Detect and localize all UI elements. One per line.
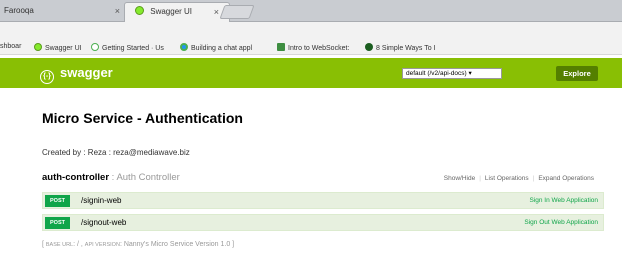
tab-close-icon[interactable]: × — [115, 2, 120, 20]
operation-signin-web[interactable]: POST /signin-web Sign In Web Application — [42, 192, 604, 209]
http-method-badge[interactable]: POST — [45, 217, 70, 229]
swagger-logo-text: swagger — [60, 65, 113, 80]
bookmark-swagger-ui[interactable]: Swagger UI — [34, 43, 82, 52]
controller-description: Auth Controller — [116, 172, 180, 183]
browser-tab-swagger[interactable]: Swagger UI × — [124, 2, 230, 22]
browser-tab-strip: Farooqa × Swagger UI × — [0, 0, 622, 22]
controller-name: auth-controller — [42, 172, 110, 183]
created-by-text: Created by : Reza : reza@mediawave.biz — [42, 148, 190, 157]
api-version-label: API VERSION — [84, 242, 120, 248]
swagger-icon — [34, 43, 42, 51]
controller-heading[interactable]: auth-controller : Auth Controller — [42, 172, 180, 183]
swagger-logo-icon: {-} — [40, 70, 54, 84]
operation-path[interactable]: /signout-web — [81, 217, 126, 229]
tab-label: Swagger UI — [150, 7, 193, 16]
http-method-badge[interactable]: POST — [45, 195, 70, 207]
list-operations-link[interactable]: List Operations — [481, 175, 533, 182]
swagger-favicon-icon — [135, 6, 144, 15]
operation-signout-web[interactable]: POST /signout-web Sign Out Web Applicati… — [42, 214, 604, 231]
api-footer: [ BASE URL: / , API VERSION: Nanny's Mic… — [42, 241, 235, 248]
operation-summary[interactable]: Sign In Web Application — [529, 195, 598, 207]
explore-button[interactable]: Explore — [556, 66, 598, 81]
globe-icon — [365, 43, 373, 51]
api-version-value: : Nanny's Micro Service Version 1.0 ] — [119, 241, 235, 248]
show-hide-link[interactable]: Show/Hide — [440, 175, 479, 182]
browser-tab-farooqa[interactable]: Farooqa × — [0, 2, 134, 22]
base-url-label: BASE URL — [45, 242, 74, 248]
controller-links: Show/Hide | List Operations | Expand Operati… — [440, 175, 598, 182]
chrome-icon — [180, 43, 188, 51]
bookmark-dashboard[interactable]: shboar — [0, 43, 21, 50]
browser-toolbar — [0, 22, 622, 40]
expand-operations-link[interactable]: Expand Operations — [534, 175, 598, 182]
bookmark-building-chat[interactable]: Building a chat appl — [180, 43, 252, 52]
api-spec-select[interactable]: default (/v2/api-docs) ▾ — [402, 68, 502, 79]
swagger-logo[interactable]: {-} swagger — [40, 64, 113, 84]
new-tab-button[interactable] — [219, 5, 255, 19]
swagger-header: {-} swagger default (/v2/api-docs) ▾ Expl… — [0, 58, 622, 88]
operation-summary[interactable]: Sign Out Web Application — [524, 217, 598, 229]
page-title: Micro Service - Authentication — [42, 110, 243, 126]
operation-path[interactable]: /signin-web — [81, 195, 121, 207]
bookmark-8-simple-ways[interactable]: 8 Simple Ways To I — [365, 43, 436, 52]
bookmarks-bar: shboar Swagger UI Getting Started · Us B… — [0, 40, 622, 55]
base-url-value: : / , — [73, 241, 85, 248]
tab-close-icon[interactable]: × — [214, 3, 219, 21]
bookmark-intro-websocket[interactable]: Intro to WebSocket: — [277, 43, 349, 52]
refresh-icon — [91, 43, 99, 51]
tab-label: Farooqa — [4, 6, 34, 15]
bookmark-getting-started[interactable]: Getting Started · Us — [91, 43, 164, 52]
doc-icon — [277, 43, 285, 51]
